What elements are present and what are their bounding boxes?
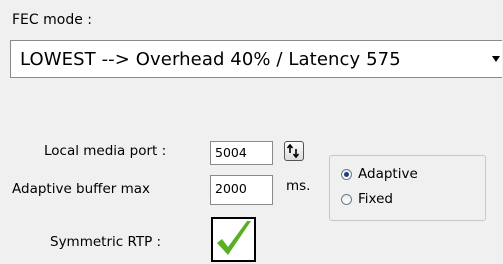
symmetric-rtp-checkbox[interactable]: [211, 217, 256, 262]
chevron-down-icon[interactable]: [492, 56, 500, 62]
radio-fixed-label[interactable]: Fixed: [358, 191, 393, 207]
buffer-unit-label: ms.: [286, 178, 311, 194]
buffer-mode-group: [329, 155, 486, 221]
local-media-port-input[interactable]: 5004: [210, 141, 273, 165]
fec-mode-selected-value: LOWEST --> Overhead 40% / Latency 575: [20, 49, 401, 70]
adaptive-buffer-max-input[interactable]: 2000: [210, 175, 273, 205]
radio-adaptive[interactable]: Adaptive: [341, 166, 418, 182]
port-spinner-button[interactable]: [284, 141, 304, 161]
radio-fixed[interactable]: Fixed: [341, 191, 393, 207]
checkmark-icon: [217, 221, 251, 255]
fec-mode-label: FEC mode :: [12, 12, 92, 28]
fec-mode-select[interactable]: LOWEST --> Overhead 40% / Latency 575: [10, 40, 502, 78]
radio-adaptive-label[interactable]: Adaptive: [358, 166, 418, 182]
up-down-arrows-icon: [286, 143, 300, 159]
local-media-port-label: Local media port :: [44, 143, 167, 159]
radio-adaptive-button[interactable]: [341, 168, 352, 180]
radio-fixed-button[interactable]: [341, 193, 352, 205]
adaptive-buffer-max-label: Adaptive buffer max: [12, 181, 151, 197]
symmetric-rtp-label: Symmetric RTP :: [50, 234, 162, 250]
